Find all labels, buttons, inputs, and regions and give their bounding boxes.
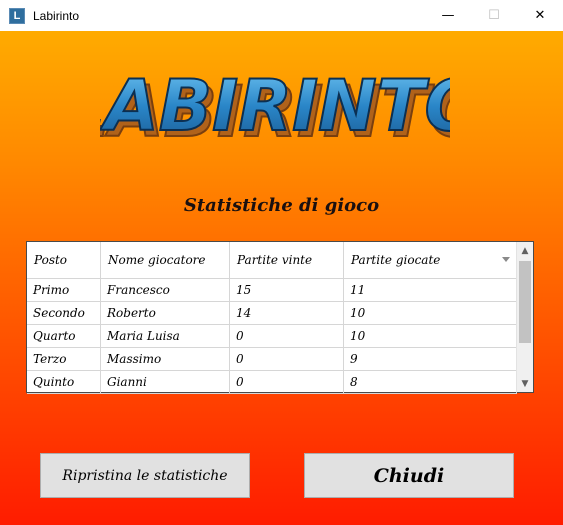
table-cell[interactable]: Gianni: [101, 371, 230, 393]
table-cell[interactable]: Maria Luisa: [101, 325, 230, 347]
table-cell[interactable]: Francesco: [101, 279, 230, 301]
column-header-nome[interactable]: Nome giocatore: [101, 242, 230, 278]
reset-statistics-button[interactable]: Ripristina le statistiche: [40, 453, 250, 498]
table-row[interactable]: Quinto Gianni 0 8: [27, 371, 517, 394]
table-cell[interactable]: Quarto: [27, 325, 101, 347]
table-cell[interactable]: 0: [230, 371, 344, 393]
sort-descending-icon: [502, 257, 510, 262]
table-cell[interactable]: 15: [230, 279, 344, 301]
table-row[interactable]: Secondo Roberto 14 10: [27, 302, 517, 325]
maximize-icon: ☐: [488, 8, 500, 23]
table-cell[interactable]: Massimo: [101, 348, 230, 370]
scroll-up-icon[interactable]: ▲: [517, 242, 533, 259]
table-row[interactable]: Terzo Massimo 0 9: [27, 348, 517, 371]
table-cell[interactable]: Terzo: [27, 348, 101, 370]
table-header: Posto Nome giocatore Partite vinte Parti…: [27, 242, 517, 279]
maximize-button: ☐: [471, 0, 517, 31]
minimize-icon: —: [441, 8, 455, 23]
table-cell[interactable]: Quinto: [27, 371, 101, 393]
table-row[interactable]: Quarto Maria Luisa 0 10: [27, 325, 517, 348]
table-cell[interactable]: 0: [230, 325, 344, 347]
table-cell[interactable]: 0: [230, 348, 344, 370]
minimize-button[interactable]: —: [425, 0, 471, 31]
table-cell[interactable]: 9: [344, 348, 517, 370]
scroll-thumb[interactable]: [519, 261, 531, 343]
app-icon: L: [9, 7, 25, 24]
close-window-button[interactable]: ✕: [517, 0, 563, 31]
column-header-giocate[interactable]: Partite giocate: [344, 242, 517, 278]
close-button[interactable]: Chiudi: [304, 453, 514, 498]
window-controls: — ☐ ✕: [425, 0, 563, 31]
vertical-scrollbar[interactable]: ▲ ▼: [516, 242, 533, 392]
table-cell[interactable]: Primo: [27, 279, 101, 301]
statistics-table[interactable]: Posto Nome giocatore Partite vinte Parti…: [26, 241, 534, 394]
table-cell[interactable]: Secondo: [27, 302, 101, 324]
window-title: Labirinto: [33, 8, 80, 23]
table-row[interactable]: Primo Francesco 15 11: [27, 279, 517, 302]
table-cell[interactable]: 10: [344, 302, 517, 324]
table-cell[interactable]: 11: [344, 279, 517, 301]
table-body: Primo Francesco 15 11 Secondo Roberto 14 10 Quar…: [27, 279, 517, 394]
logo-text: LABIRINTO: [100, 66, 450, 146]
column-header-label: Partite giocate: [351, 253, 441, 267]
table-cell[interactable]: 10: [344, 325, 517, 347]
column-header-posto[interactable]: Posto: [27, 242, 101, 278]
column-header-vinte[interactable]: Partite vinte: [230, 242, 344, 278]
scroll-down-icon[interactable]: ▼: [517, 375, 533, 392]
title-bar: L Labirinto — ☐ ✕: [0, 0, 563, 31]
app-window: L Labirinto — ☐ ✕ LABIRINTO LABIRINTO St…: [0, 0, 563, 525]
close-icon: ✕: [534, 8, 546, 23]
game-logo: LABIRINTO LABIRINTO: [100, 66, 450, 146]
table-cell[interactable]: 14: [230, 302, 344, 324]
page-title: Statistiche di gioco: [183, 195, 380, 216]
table-cell[interactable]: Roberto: [101, 302, 230, 324]
table-cell[interactable]: 8: [344, 371, 517, 393]
